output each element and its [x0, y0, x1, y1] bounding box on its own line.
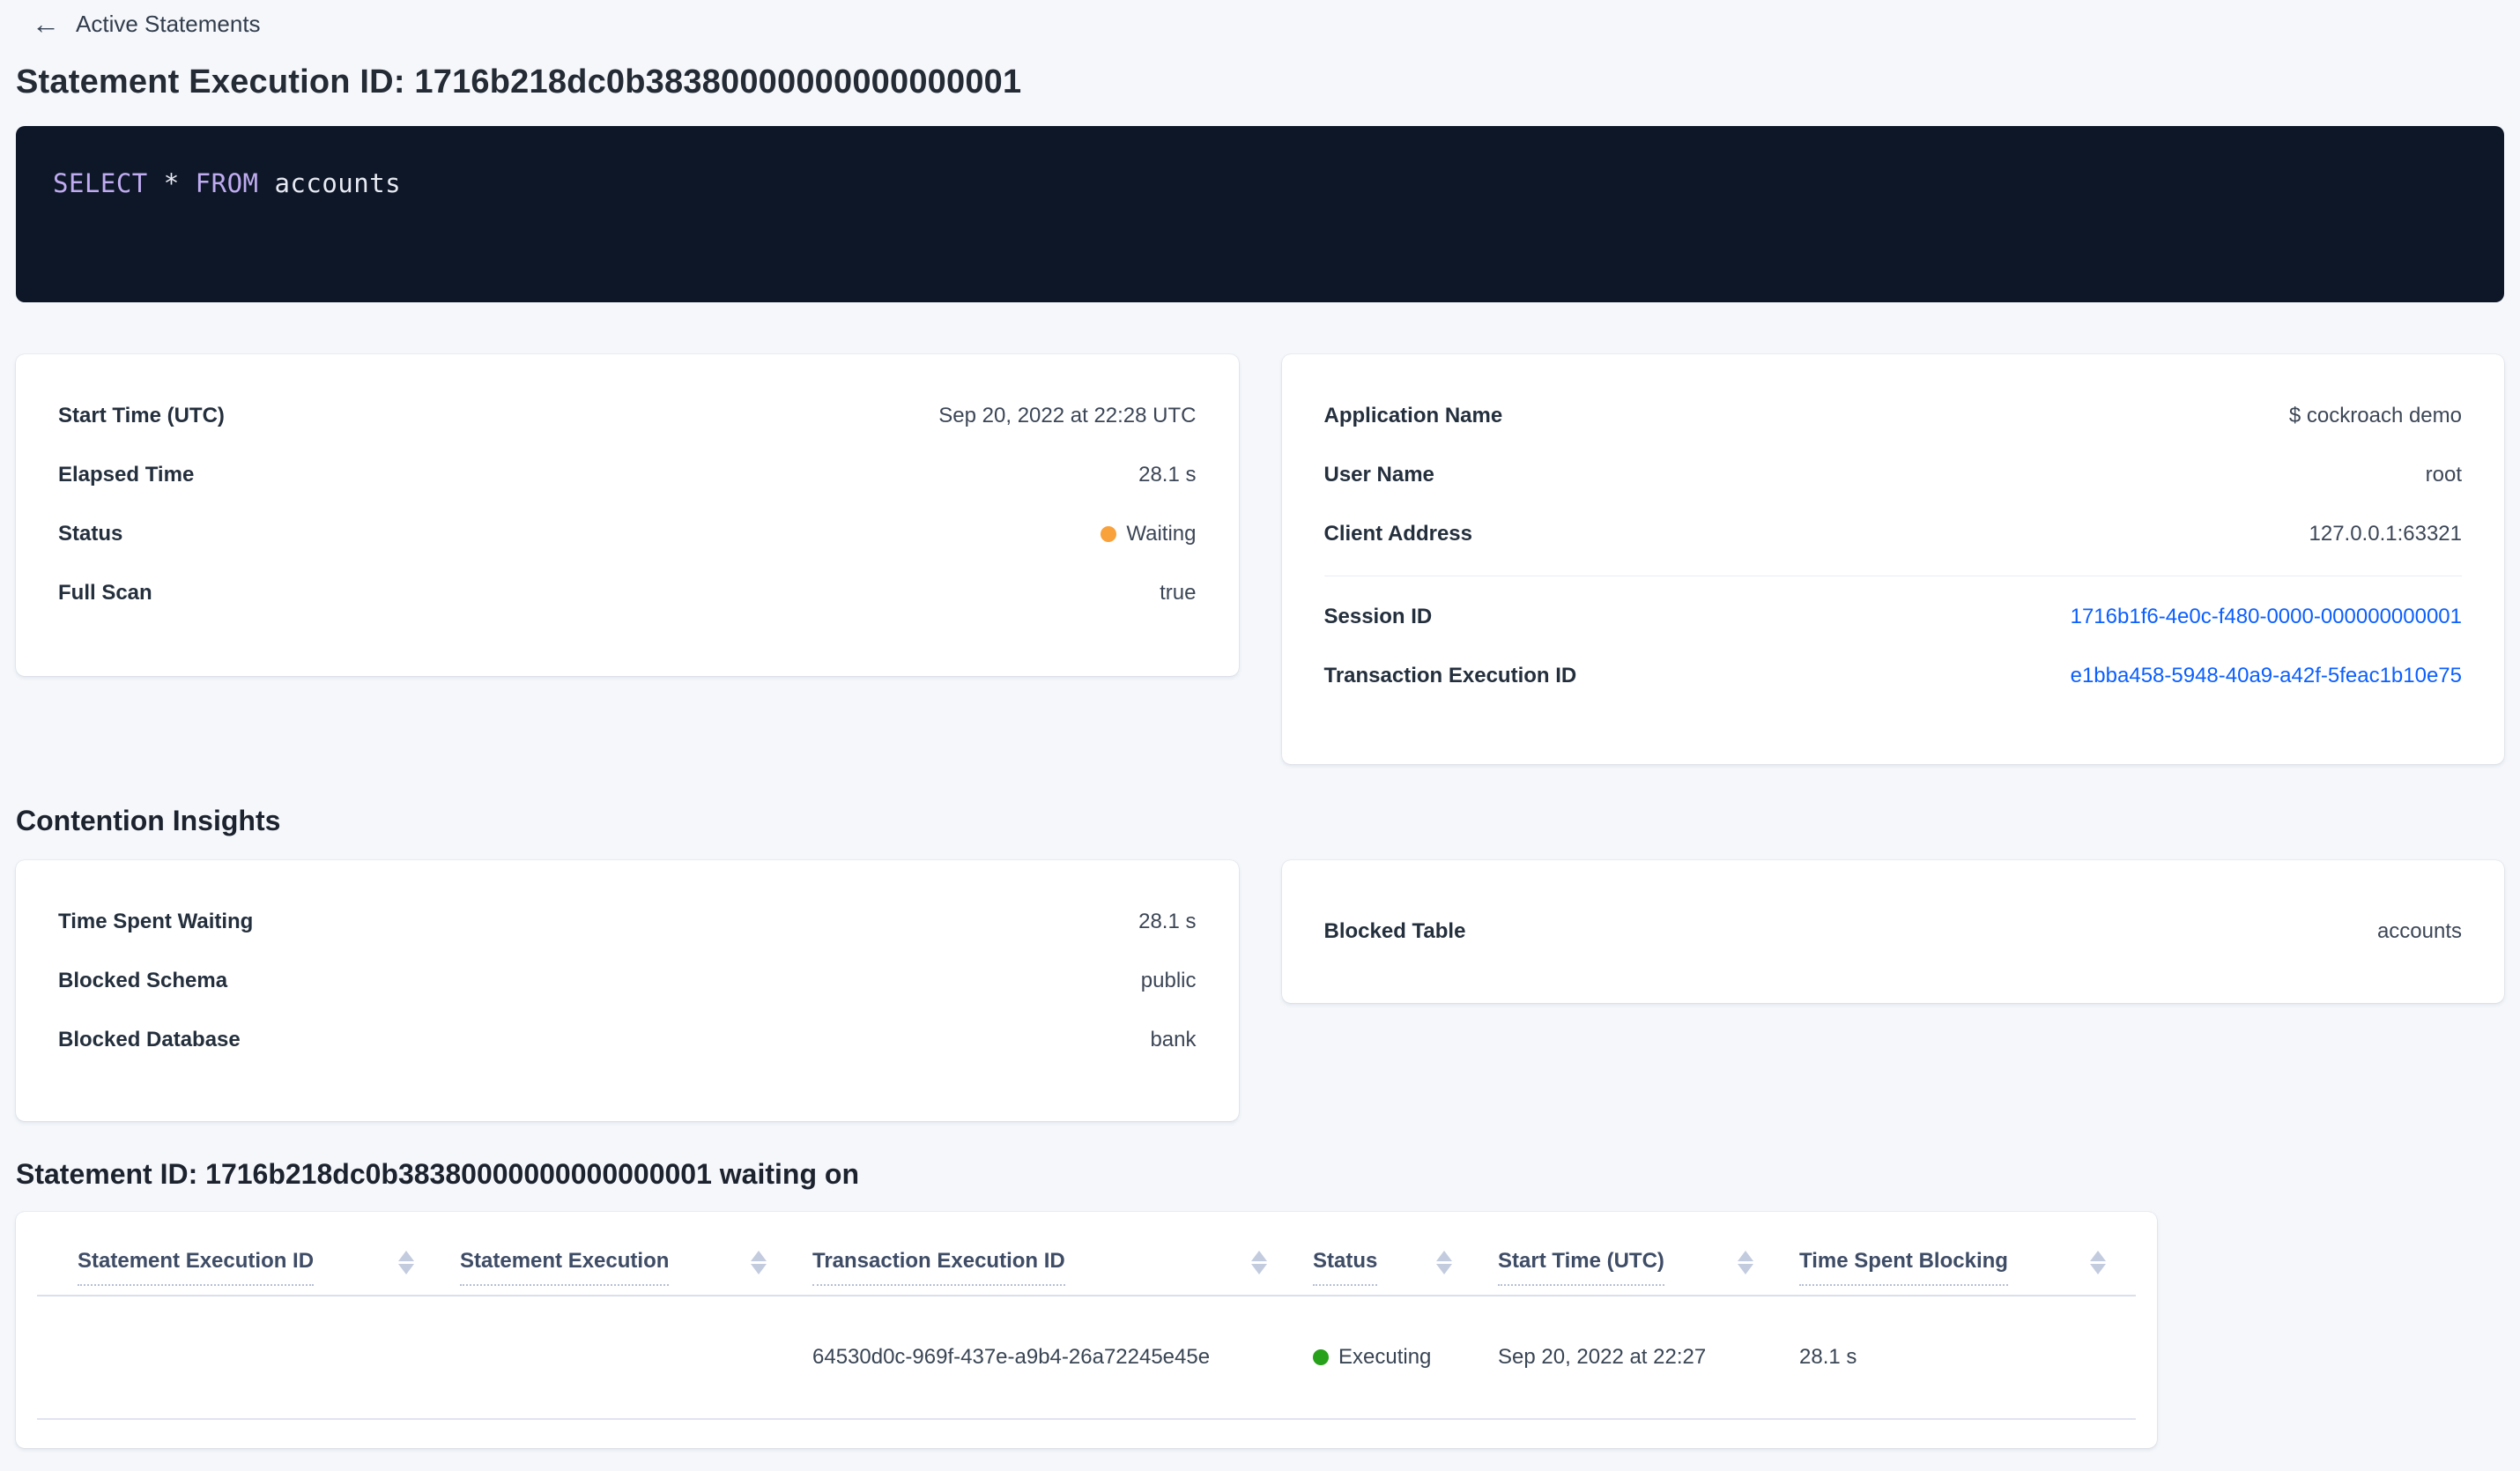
table-header-row: Statement Execution ID Statement Executi…: [37, 1212, 2136, 1296]
waiting-status-dot-icon: [1101, 526, 1117, 542]
column-header-label[interactable]: Time Spent Blocking: [1799, 1249, 2008, 1286]
contention-insights-heading: Contention Insights: [16, 805, 281, 836]
table-row: 64530d0c-969f-437e-a9b4-26a72245e45e Exe…: [37, 1296, 2136, 1420]
sort-icon[interactable]: [1738, 1249, 1753, 1274]
sort-icon[interactable]: [2090, 1249, 2106, 1274]
session-id-label: Session ID: [1323, 605, 1433, 628]
contention-details-card: Time Spent Waiting 28.1 s Blocked Schema…: [16, 860, 1239, 1121]
sort-icon[interactable]: [1251, 1249, 1267, 1274]
time-spent-waiting-value: 28.1 s: [1138, 910, 1197, 933]
column-header-start-time[interactable]: Start Time (UTC): [1457, 1249, 1759, 1295]
cell-transaction-execution-id: 64530d0c-969f-437e-a9b4-26a72245e45e: [812, 1345, 1211, 1369]
status-row: Status Waiting: [58, 516, 1197, 552]
column-header-label[interactable]: Transaction Execution ID: [812, 1249, 1065, 1286]
breadcrumb: ← Active Statements: [16, 7, 2504, 41]
column-header-status[interactable]: Status: [1272, 1249, 1457, 1295]
transaction-execution-id-link[interactable]: e1bba458-5948-40a9-a42f-5feac1b10e75: [2071, 658, 2462, 694]
blocked-table-row: Blocked Table accounts: [1324, 914, 2463, 949]
status-label: Status: [58, 522, 123, 546]
application-name-label: Application Name: [1323, 404, 1503, 427]
column-header-label[interactable]: Statement Execution: [460, 1249, 670, 1286]
sql-statement-box: SELECT * FROM accounts: [16, 126, 2504, 302]
start-time-label: Start Time (UTC): [58, 404, 225, 427]
full-scan-row: Full Scan true: [58, 576, 1197, 611]
back-arrow-icon[interactable]: ←: [32, 10, 60, 38]
client-address-row: Client Address 127.0.0.1:63321: [1324, 516, 2463, 552]
column-header-time-spent-blocking[interactable]: Time Spent Blocking: [1759, 1249, 2111, 1295]
elapsed-time-label: Elapsed Time: [58, 463, 195, 487]
start-time-row: Start Time (UTC) Sep 20, 2022 at 22:28 U…: [58, 398, 1197, 434]
page-title: Statement Execution ID: 1716b218dc0b3838…: [16, 63, 1022, 100]
user-name-label: User Name: [1323, 463, 1434, 487]
blocked-table-value: accounts: [2376, 919, 2462, 943]
column-header-statement-execution[interactable]: Statement Execution: [419, 1249, 772, 1295]
blocked-database-row: Blocked Database bank: [58, 1022, 1197, 1058]
waiting-statements-table: Statement Execution ID Statement Executi…: [16, 1212, 2157, 1448]
execution-overview-card: Start Time (UTC) Sep 20, 2022 at 22:28 U…: [16, 354, 1239, 676]
sort-icon[interactable]: [1436, 1249, 1452, 1274]
transaction-execution-id-row: Transaction Execution ID e1bba458-5948-4…: [1324, 658, 2463, 694]
sql-keyword-from: FROM: [195, 168, 259, 198]
column-header-statement-execution-id[interactable]: Statement Execution ID: [37, 1249, 419, 1295]
blocked-database-value: bank: [1150, 1028, 1197, 1051]
blocked-table-card: Blocked Table accounts: [1281, 860, 2504, 1003]
sql-table-name: accounts: [258, 168, 402, 198]
time-spent-waiting-label: Time Spent Waiting: [58, 910, 254, 933]
session-id-row: Session ID 1716b1f6-4e0c-f480-0000-00000…: [1324, 599, 2463, 635]
client-address-value: 127.0.0.1:63321: [2309, 522, 2463, 546]
back-link-active-statements[interactable]: Active Statements: [76, 11, 261, 38]
user-name-value: root: [2425, 463, 2462, 487]
application-name-row: Application Name $ cockroach demo: [1324, 398, 2463, 434]
blocked-schema-label: Blocked Schema: [58, 969, 228, 992]
column-header-label[interactable]: Status: [1313, 1249, 1378, 1286]
cell-status-value: Executing: [1338, 1345, 1432, 1369]
sort-icon[interactable]: [751, 1249, 767, 1274]
session-info-card: Application Name $ cockroach demo User N…: [1281, 354, 2504, 764]
blocked-schema-value: public: [1140, 969, 1197, 992]
session-id-link[interactable]: 1716b1f6-4e0c-f480-0000-000000000001: [2071, 599, 2462, 635]
cell-status: Executing: [1272, 1345, 1457, 1370]
application-name-value: $ cockroach demo: [2288, 404, 2462, 427]
blocked-database-label: Blocked Database: [58, 1028, 241, 1051]
sql-keyword-select: SELECT: [53, 168, 148, 198]
start-time-value: Sep 20, 2022 at 22:28 UTC: [938, 404, 1197, 427]
executing-status-dot-icon: [1313, 1349, 1329, 1365]
column-header-label[interactable]: Start Time (UTC): [1498, 1249, 1664, 1286]
sql-star: *: [147, 168, 196, 198]
sort-icon[interactable]: [398, 1249, 414, 1274]
status-value-wrap: Waiting: [1101, 516, 1197, 552]
column-header-label[interactable]: Statement Execution ID: [78, 1249, 315, 1286]
client-address-label: Client Address: [1323, 522, 1472, 546]
time-spent-waiting-row: Time Spent Waiting 28.1 s: [58, 904, 1197, 940]
blocked-table-label: Blocked Table: [1323, 919, 1466, 943]
waiting-on-heading: Statement ID: 1716b218dc0b38380000000000…: [16, 1158, 859, 1190]
user-name-row: User Name root: [1324, 457, 2463, 493]
status-value: Waiting: [1126, 522, 1197, 546]
elapsed-time-value: 28.1 s: [1138, 463, 1197, 487]
sql-statement-text: SELECT * FROM accounts: [53, 168, 2467, 198]
elapsed-time-row: Elapsed Time 28.1 s: [58, 457, 1197, 493]
statement-execution-details-page: ← Active Statements Statement Execution …: [0, 0, 2520, 1471]
cell-start-time: Sep 20, 2022 at 22:27: [1498, 1345, 1707, 1369]
cell-time-spent-blocking: 28.1 s: [1799, 1345, 1857, 1369]
full-scan-label: Full Scan: [58, 581, 152, 605]
blocked-schema-row: Blocked Schema public: [58, 963, 1197, 999]
column-header-transaction-execution-id[interactable]: Transaction Execution ID: [772, 1249, 1272, 1295]
full-scan-value: true: [1160, 581, 1197, 605]
transaction-execution-id-label: Transaction Execution ID: [1323, 664, 1577, 687]
